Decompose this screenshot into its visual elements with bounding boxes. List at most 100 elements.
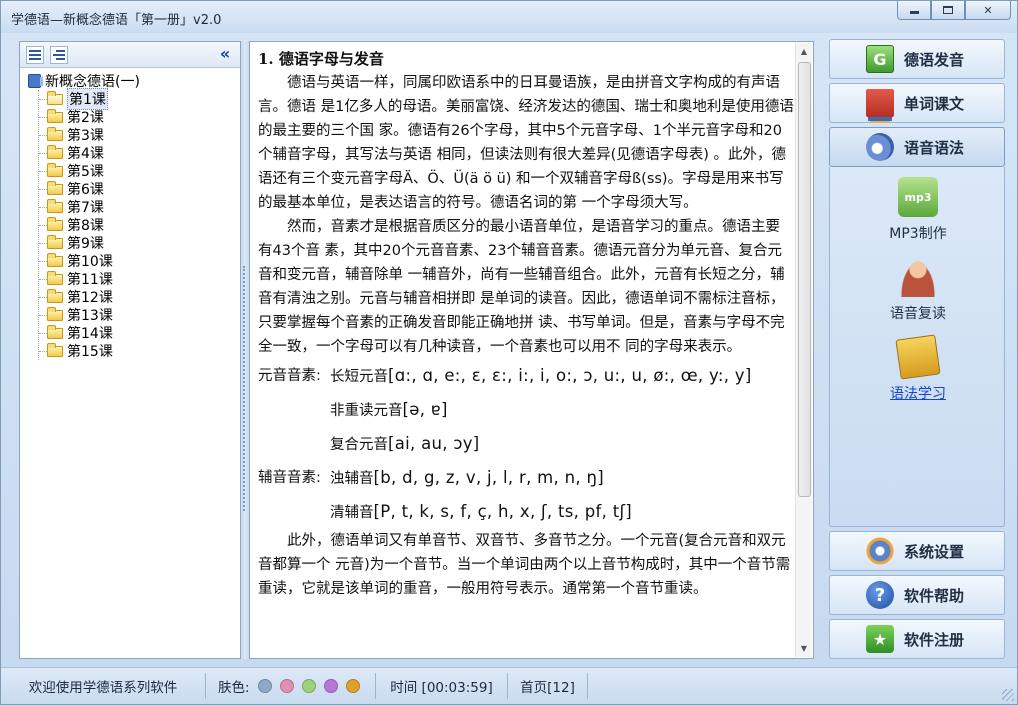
tree-item-lesson[interactable]: 第9课 [39, 234, 240, 252]
tree-item-lesson[interactable]: 第13课 [39, 306, 240, 324]
tree-root[interactable]: 新概念德语(一) [28, 72, 240, 90]
tree-item-lesson[interactable]: 第5课 [39, 162, 240, 180]
tree-item-lesson[interactable]: 第6课 [39, 180, 240, 198]
tree-item-label: 第2课 [67, 110, 104, 126]
content-paragraph: 然而，音素才是根据音质区分的最小语音单位，是语音学习的重点。德语主要有43个音 … [258, 219, 785, 355]
folder-icon [47, 288, 63, 303]
tree-item-lesson[interactable]: 第4课 [39, 144, 240, 162]
tree-item-label: 第7课 [67, 200, 104, 216]
consonant-row: 辅音音素: 浊辅音[b, d, g, z, v, j, l, r, m, n, … [258, 461, 794, 495]
tree-item-lesson[interactable]: 第3课 [39, 126, 240, 144]
skin-color-swatch[interactable] [323, 679, 338, 693]
title-bar[interactable]: 学德语—新概念德语「第一册」v2.0 ✕ [1, 1, 1017, 33]
window-controls: ✕ [897, 1, 1011, 20]
consonant-voiceless-symbols: [P, t, k, s, f, ç, h, x, ʃ, ts, pf, tʃ] [373, 501, 633, 521]
sub-label: 语法学习 [890, 386, 946, 402]
page-text: 首页[12] [520, 680, 575, 696]
consonant-label: 辅音音素: [258, 470, 321, 486]
nav-vocab-text-button[interactable]: 单词课文 [829, 83, 1005, 123]
close-icon: ✕ [983, 3, 993, 17]
tree-item-label: 第3课 [67, 128, 104, 144]
resize-grip[interactable] [1002, 689, 1014, 701]
status-welcome: 欢迎使用学德语系列软件 [1, 673, 206, 699]
window-title: 学德语—新概念德语「第一册」v2.0 [11, 13, 222, 28]
folder-icon [47, 342, 63, 357]
folder-icon [47, 324, 63, 339]
scroll-down-icon[interactable]: ▼ [796, 640, 812, 657]
tree-item-lesson[interactable]: 第7课 [39, 198, 240, 216]
tree-item-lesson[interactable]: 第1课 [39, 88, 240, 110]
scroll-thumb[interactable] [798, 62, 811, 497]
skin-label: 肤色: [218, 680, 250, 696]
tree-item-lesson[interactable]: 第8课 [39, 216, 240, 234]
consonant-voiced-label: 浊辅音 [330, 470, 374, 487]
collapse-panel-icon[interactable]: « [216, 45, 234, 63]
skin-color-swatch[interactable] [301, 679, 316, 693]
minimize-icon [909, 10, 919, 14]
folder-icon [47, 126, 63, 141]
music-note-icon [866, 133, 894, 161]
sub-grammar-item[interactable]: 语法学习 [830, 334, 1006, 403]
skin-color-swatch[interactable] [257, 679, 272, 693]
tree-item-lesson[interactable]: 第10课 [39, 252, 240, 270]
content-heading: 1. 德语字母与发音 [258, 50, 384, 68]
vowel-unstressed-label: 非重读元音 [330, 402, 403, 419]
lesson-tree-panel: « 新概念德语(一) 第1课 第2课 第3课 第4课 第5课 第6课 第7课 第8课 第9课 第1… [19, 41, 241, 659]
sub-repeat-item[interactable]: 语音复读 [830, 257, 1006, 323]
nav-register-button[interactable]: ★ 软件注册 [829, 619, 1005, 659]
content-scrollbar[interactable]: ▲ ▼ [795, 43, 812, 657]
tree-item-lesson[interactable]: 第11课 [39, 270, 240, 288]
list-view-icon[interactable] [26, 46, 44, 64]
nav-help-button[interactable]: ? 软件帮助 [829, 575, 1005, 615]
nav-label: 语音语法 [904, 138, 965, 157]
welcome-text: 欢迎使用学德语系列软件 [28, 680, 178, 696]
nav-label: 软件帮助 [904, 586, 965, 605]
close-button[interactable]: ✕ [965, 1, 1011, 20]
tree-item-lesson[interactable]: 第15课 [39, 342, 240, 360]
folder-icon [47, 270, 63, 285]
nav-label: 系统设置 [904, 542, 965, 561]
register-star-icon: ★ [866, 625, 894, 653]
nav-pronunciation-button[interactable]: G 德语发音 [829, 39, 1005, 79]
help-icon: ? [866, 581, 894, 609]
maximize-button[interactable] [931, 1, 965, 20]
skin-color-swatch[interactable] [279, 679, 294, 693]
tree-item-label: 第13课 [67, 308, 113, 324]
skin-color-swatch[interactable] [345, 679, 360, 693]
sub-mp3-item[interactable]: mp3 MP3制作 [830, 177, 1006, 243]
lesson-tree: 新概念德语(一) 第1课 第2课第3课 第4课 第5课 第6课第7课 第8课第9课第10课… [20, 68, 240, 360]
folder-icon [47, 90, 63, 105]
vowel-long-short-label: 长短元音 [330, 368, 388, 385]
tree-item-label: 第10课 [67, 254, 113, 270]
minimize-button[interactable] [897, 1, 931, 20]
panel-splitter[interactable] [241, 41, 249, 659]
notebook-icon [895, 334, 941, 380]
tree-children: 第1课 第2课第3课 第4课 第5课 第6课第7课 第8课第9课第10课第11课 第12课第… [38, 88, 240, 360]
vowel-row: x 复合元音[ai, au, ɔy] [258, 427, 794, 461]
tree-item-lesson[interactable]: 第14课 [39, 324, 240, 342]
tree-item-label: 第11课 [67, 272, 113, 288]
sub-label: 语音复读 [890, 306, 946, 322]
nav-phonetics-grammar-button[interactable]: 语音语法 [829, 127, 1005, 167]
tree-item-label: 第15课 [67, 344, 113, 360]
content-paragraph: 德语与英语一样，同属印欧语系中的日耳曼语族，是由拼音文字构成的有声语言。德语 是… [258, 75, 794, 211]
tree-item-label: 第9课 [67, 236, 104, 252]
books-icon [866, 89, 894, 117]
tree-item-lesson[interactable]: 第12课 [39, 288, 240, 306]
consonant-row: x 清辅音[P, t, k, s, f, ç, h, x, ʃ, ts, pf,… [258, 495, 794, 529]
tree-view-icon[interactable] [50, 46, 68, 64]
scroll-up-icon[interactable]: ▲ [796, 43, 812, 60]
app-window: 学德语—新概念德语「第一册」v2.0 ✕ « 新概念德语(一) 第1课 第2课第3… [0, 0, 1018, 705]
tree-item-lesson[interactable]: 第2课 [39, 108, 240, 126]
status-time: 时间 [00:03:59] [376, 673, 508, 699]
folder-icon [47, 180, 63, 195]
function-panel: G 德语发音 单词课文 语音语法 mp3 MP3制作 语音复读 语法学习 系统设… [827, 37, 1007, 665]
person-icon [898, 257, 938, 297]
lesson-content-panel: 1. 德语字母与发音 德语与英语一样，同属印欧语系中的日耳曼语族，是由拼音文字构… [249, 41, 814, 659]
splitter-grip[interactable] [243, 266, 247, 511]
vowel-compound-label: 复合元音 [330, 436, 388, 453]
skin-swatches [250, 679, 360, 693]
vowel-row: x 非重读元音[ə, ɐ] [258, 393, 794, 427]
nav-settings-button[interactable]: 系统设置 [829, 531, 1005, 571]
vowel-unstressed-symbols: [ə, ɐ] [402, 399, 448, 419]
